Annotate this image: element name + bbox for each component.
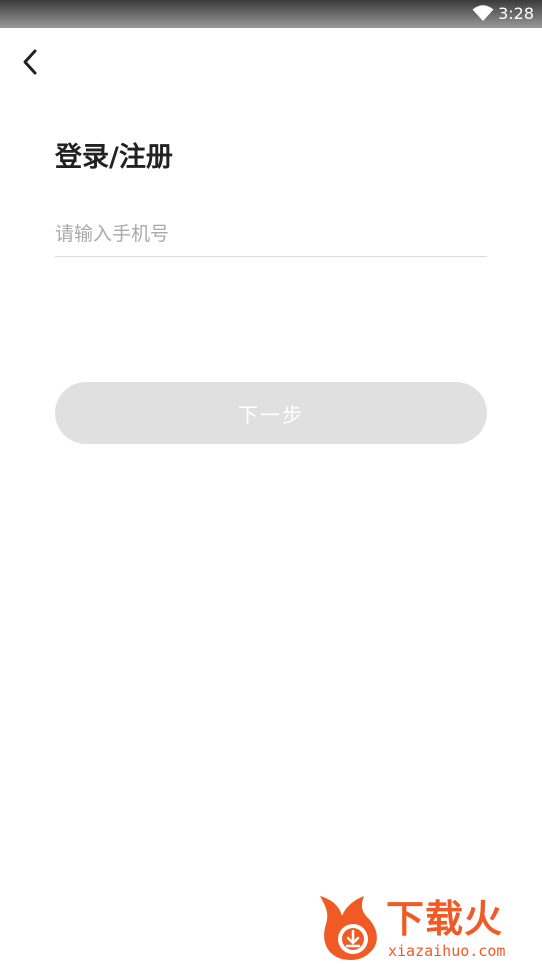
- chevron-left-icon: [23, 49, 37, 75]
- status-time: 3:28: [498, 4, 534, 23]
- watermark-url: xiazaihuo.com: [388, 942, 506, 960]
- watermark-logo: 下载火 xiazaihuo.com: [318, 890, 542, 964]
- next-button[interactable]: 下一步: [55, 382, 487, 444]
- status-bar: 3:28: [0, 0, 542, 28]
- watermark-brand: 下载火: [386, 897, 504, 941]
- phone-input[interactable]: [55, 212, 487, 257]
- back-button[interactable]: [12, 44, 48, 80]
- wifi-icon: [472, 5, 494, 21]
- page-title: 登录/注册: [55, 142, 173, 173]
- flame-download-icon: [320, 896, 377, 960]
